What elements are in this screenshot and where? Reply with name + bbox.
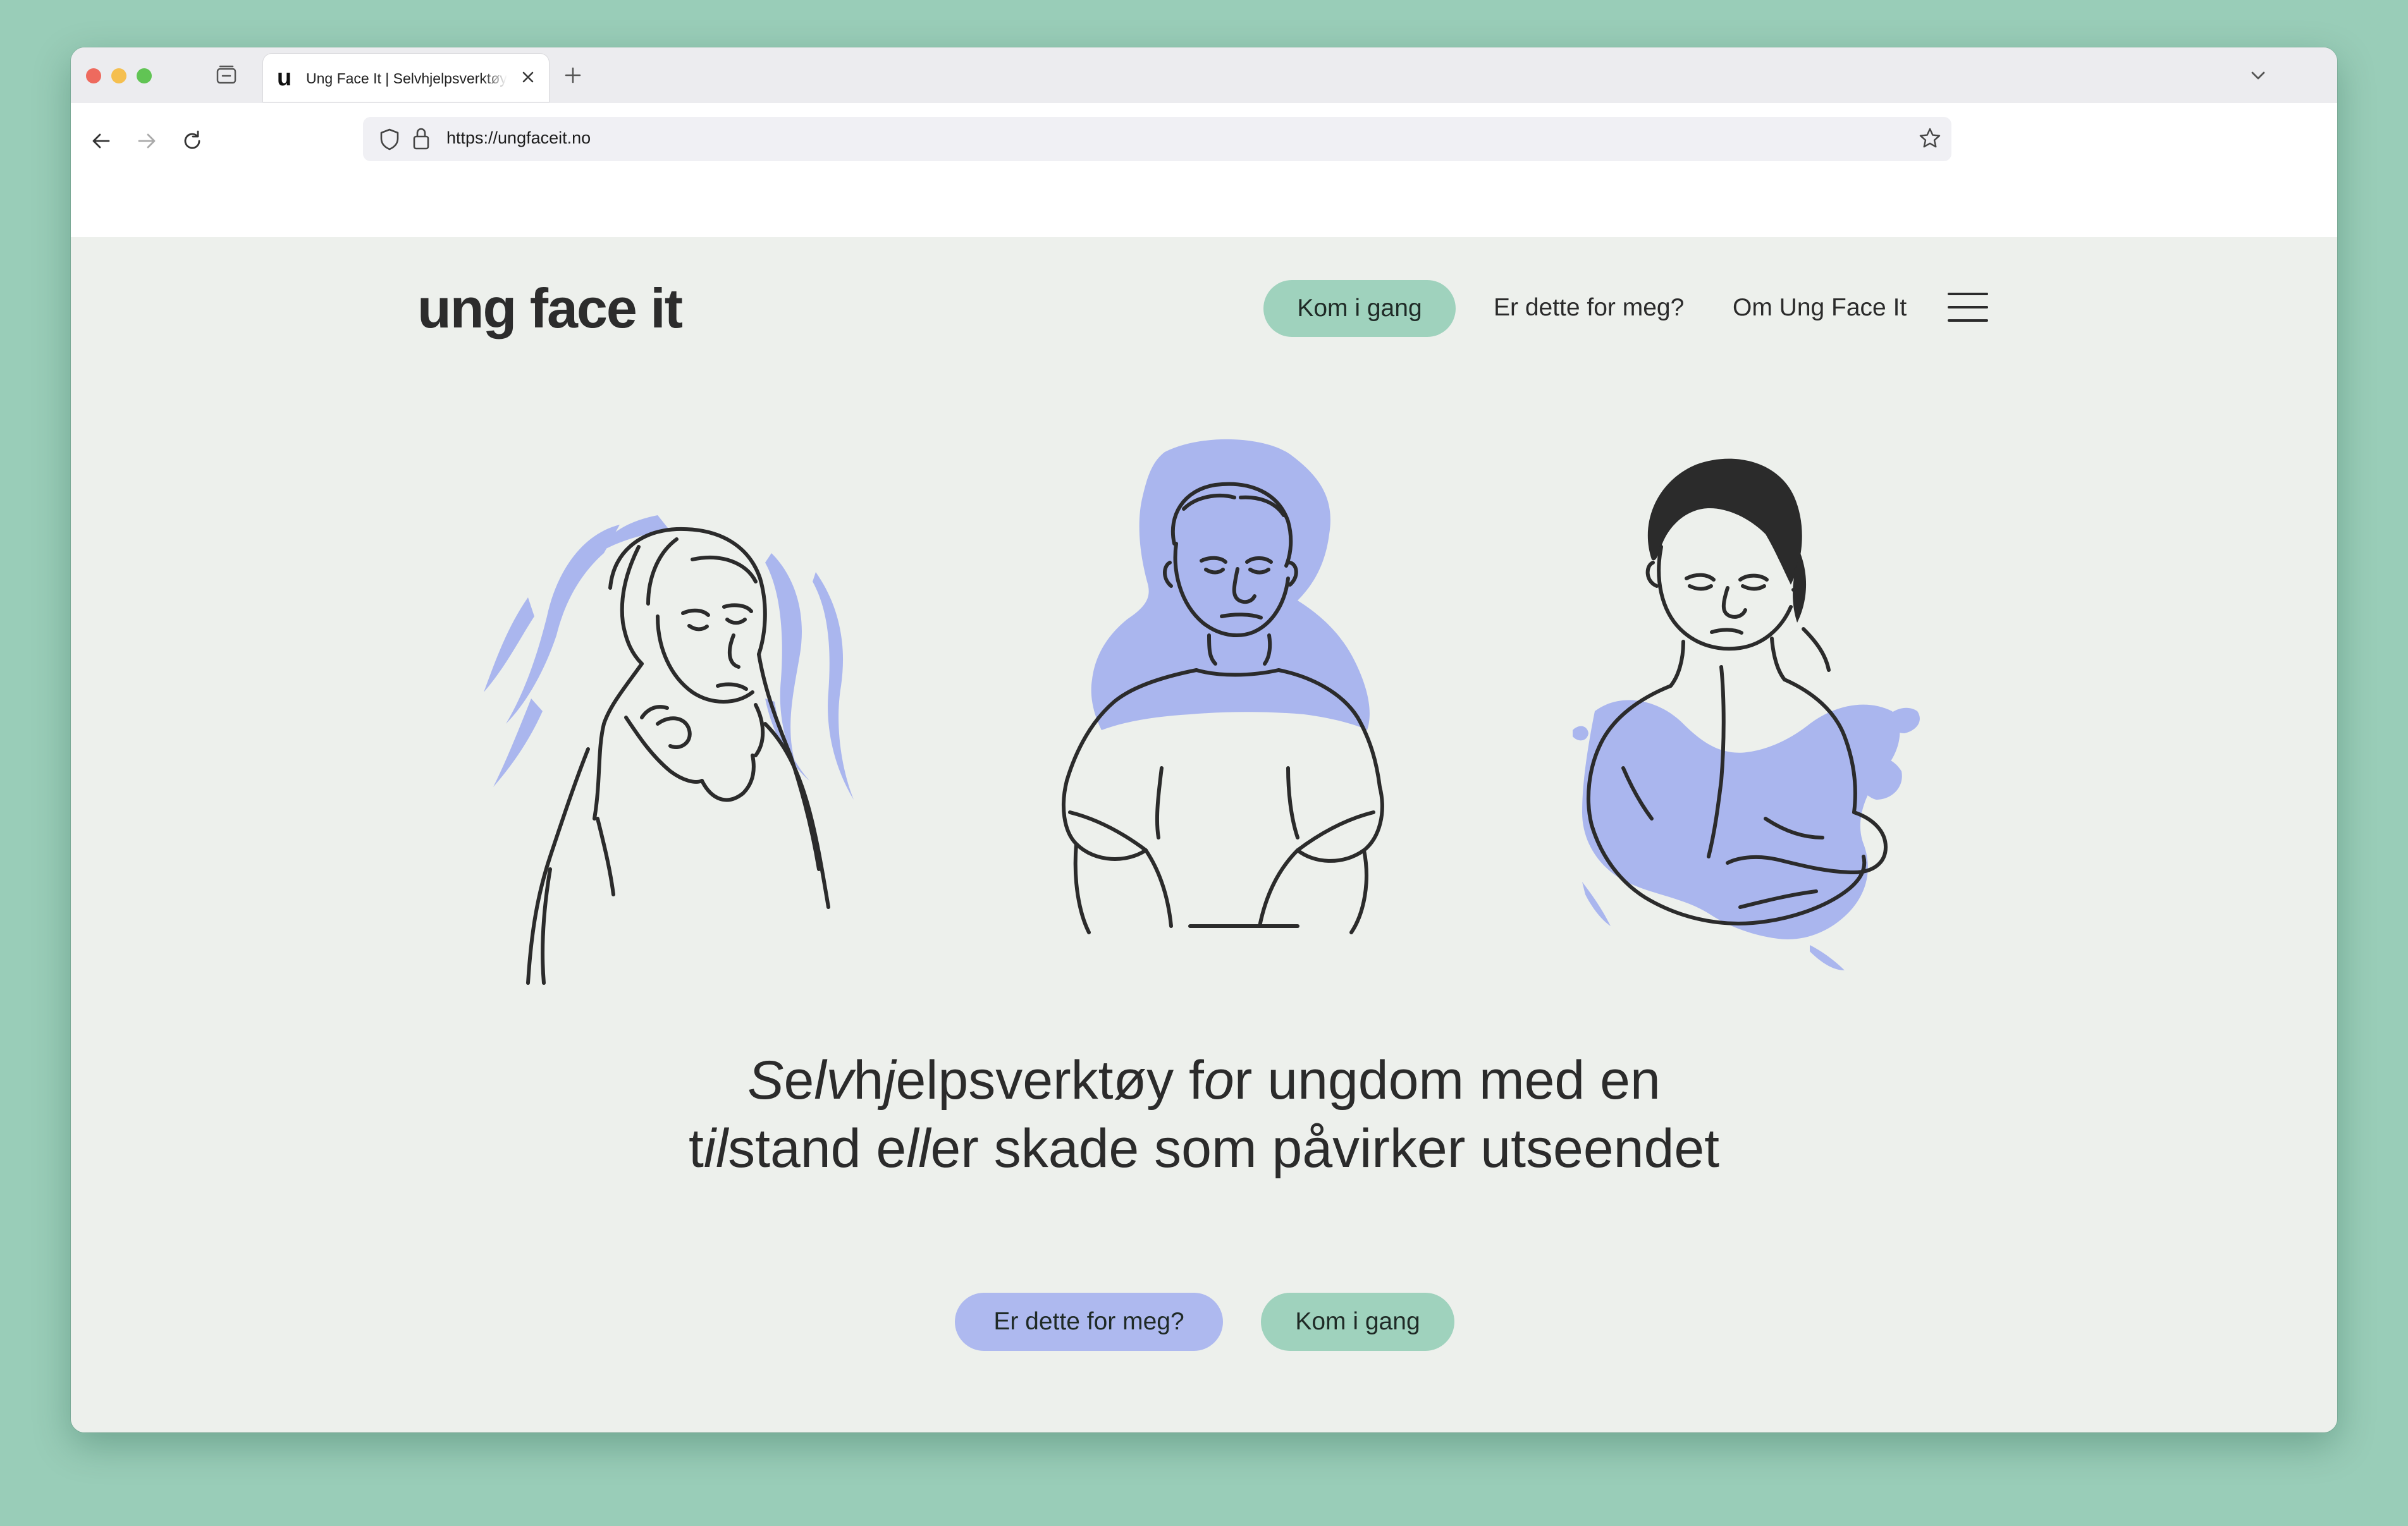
site-favicon: u: [277, 64, 292, 91]
woman-illustration: [1573, 458, 1920, 970]
active-tab[interactable]: u Ung Face It | Selvhjelpsverktøy for un…: [263, 54, 549, 102]
minimize-window-button[interactable]: [111, 68, 126, 83]
is-this-for-me-button[interactable]: Er dette for meg?: [955, 1293, 1223, 1351]
web-page: ung face it Kom i gang Er dette for meg?…: [71, 237, 2337, 1432]
get-started-button[interactable]: Kom i gang: [1261, 1293, 1454, 1351]
plus-icon[interactable]: [563, 65, 583, 85]
reload-icon[interactable]: [180, 128, 205, 154]
hamburger-menu-icon[interactable]: [1948, 293, 1988, 322]
boy-illustration: [1062, 439, 1384, 934]
lock-icon[interactable]: [411, 126, 431, 151]
nav-get-started-button[interactable]: Kom i gang: [1263, 280, 1456, 337]
site-logo[interactable]: ung face it: [417, 276, 683, 341]
chevron-down-icon[interactable]: [2247, 65, 2269, 87]
nav-link-about[interactable]: Om Ung Face It: [1733, 294, 1907, 322]
shield-icon[interactable]: [378, 127, 401, 151]
browser-window: u Ung Face It | Selvhjelpsverktøy for un…: [71, 47, 2337, 1432]
arrow-left-icon[interactable]: [89, 128, 114, 154]
close-icon[interactable]: [519, 68, 538, 87]
maximize-window-button[interactable]: [137, 68, 152, 83]
arrow-right-icon[interactable]: [134, 128, 159, 154]
close-window-button[interactable]: [86, 68, 101, 83]
tab-title: Ung Face It | Selvhjelpsverktøy for ungd…: [306, 70, 507, 87]
hero-headline: Selvhjelpsverktøy for ungdom med en tils…: [688, 1050, 1720, 1179]
address-bar[interactable]: https://ungfaceit.no: [363, 117, 1951, 161]
tab-strip: u Ung Face It | Selvhjelpsverktøy for un…: [71, 47, 2337, 103]
nav-link-is-this-for-me[interactable]: Er dette for meg?: [1494, 294, 1684, 322]
star-icon[interactable]: [1917, 126, 1943, 151]
girl-illustration: [484, 515, 854, 985]
tab-overview-icon[interactable]: [215, 63, 238, 86]
url-text: https://ungfaceit.no: [446, 128, 591, 147]
browser-toolbar: https://ungfaceit.no: [71, 103, 2337, 238]
